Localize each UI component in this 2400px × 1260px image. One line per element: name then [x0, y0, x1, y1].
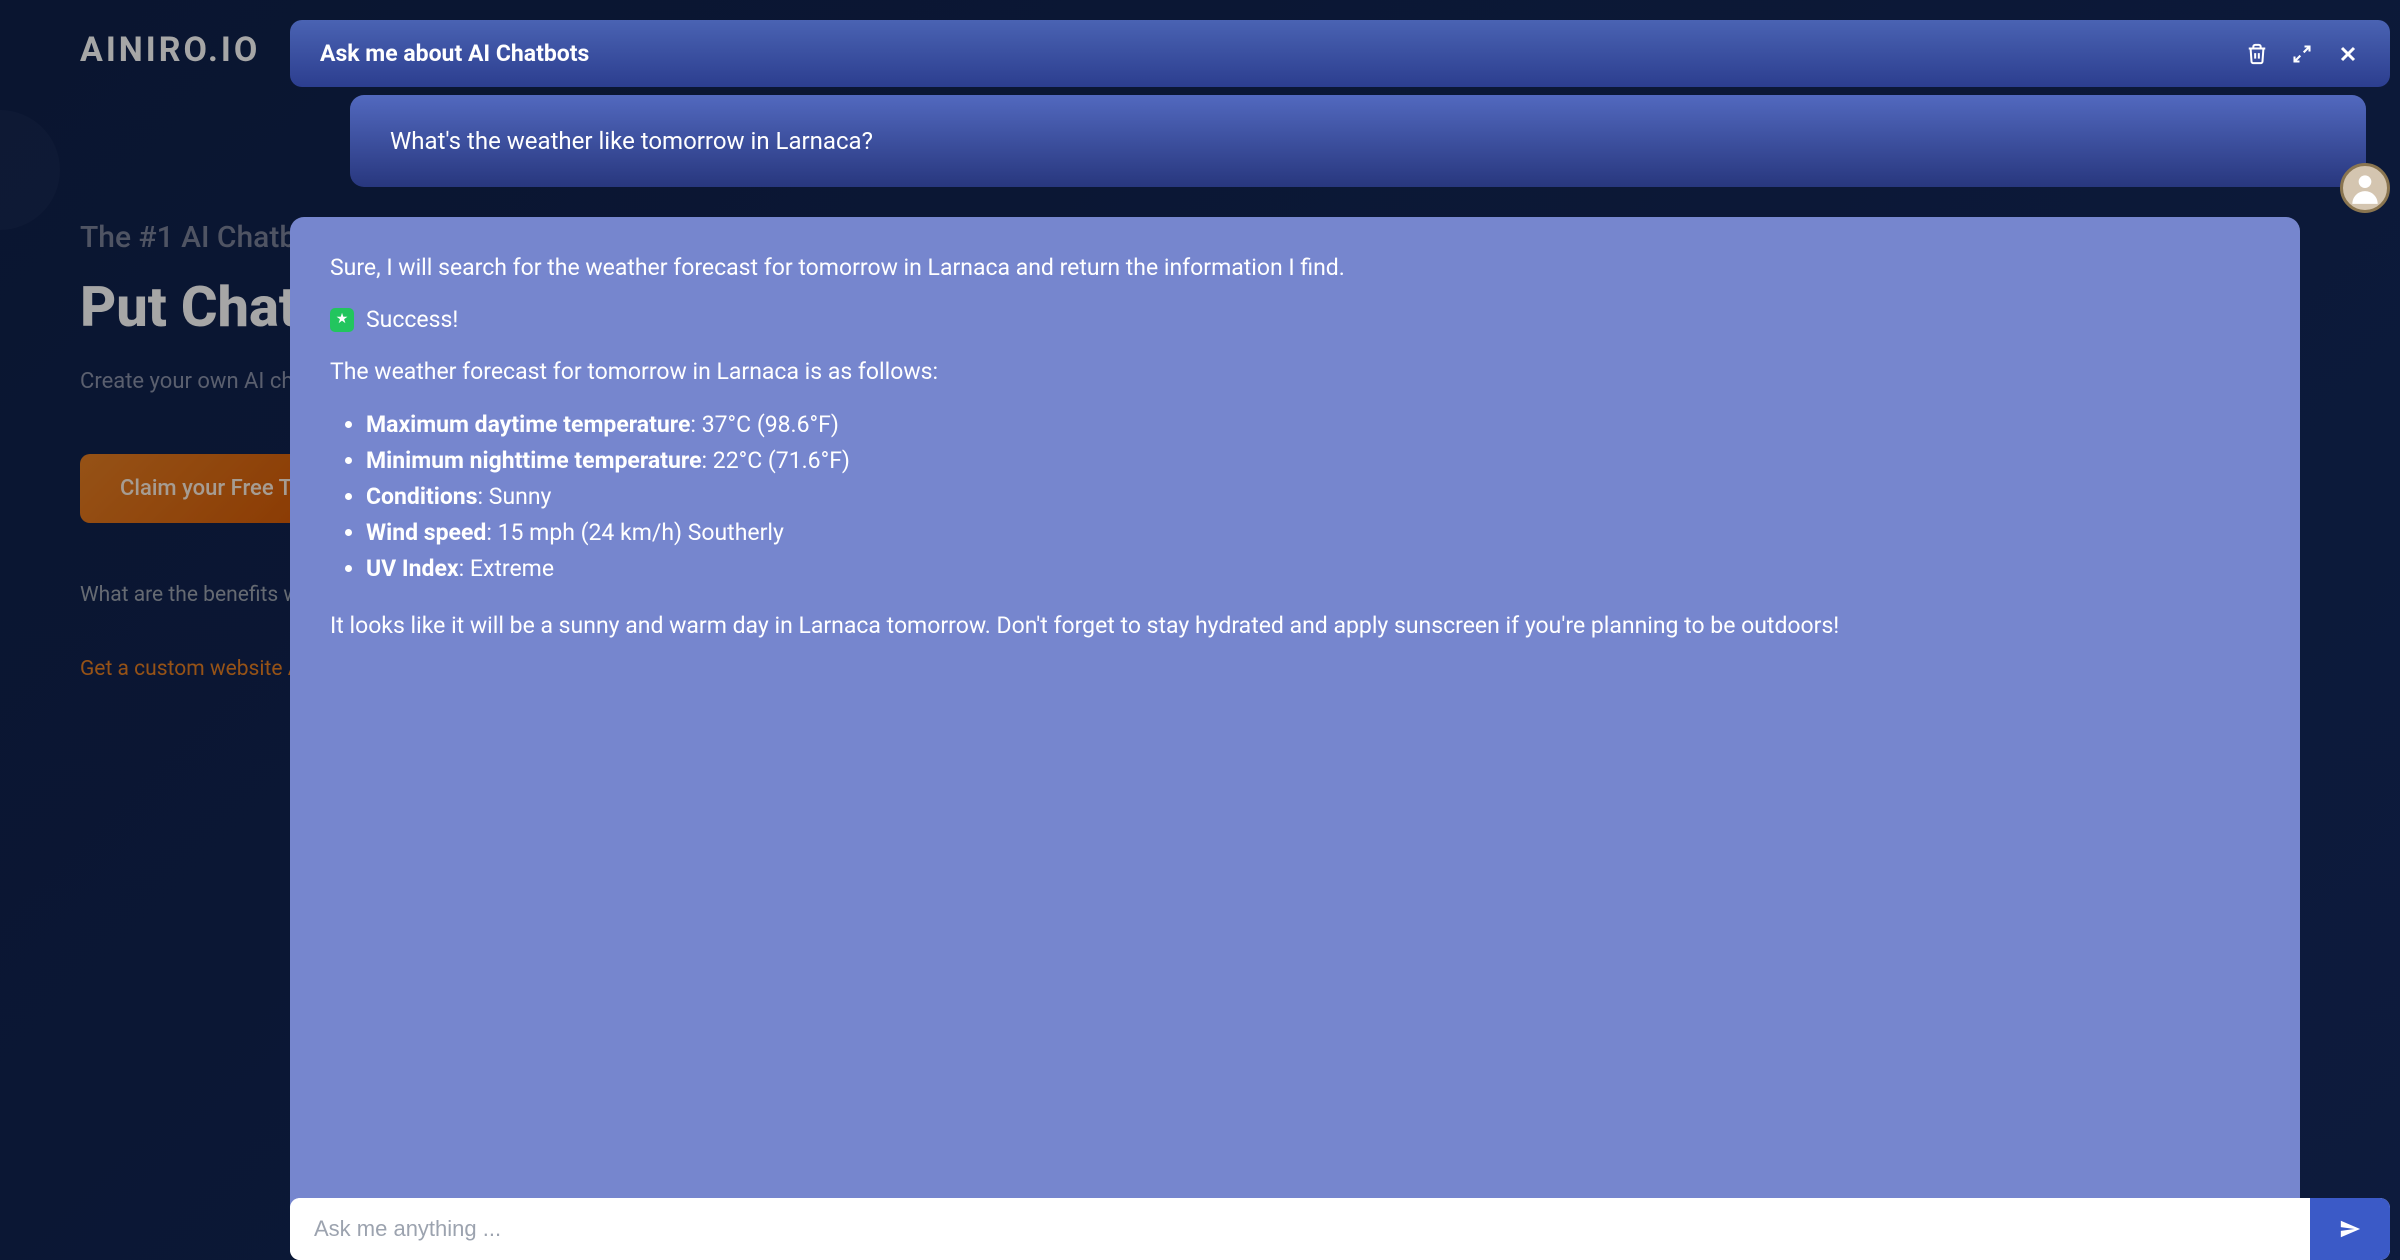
chat-header: Ask me about AI Chatbots	[290, 20, 2390, 87]
user-message-wrapper: What's the weather like tomorrow in Larn…	[350, 95, 2390, 187]
chat-widget: Ask me about AI Chatbots What's the weat…	[290, 20, 2390, 1250]
success-label: Success!	[366, 304, 458, 336]
list-item: Minimum nighttime temperature: 22°C (71.…	[366, 445, 2260, 477]
chat-header-actions	[2246, 42, 2360, 66]
close-icon[interactable]	[2336, 42, 2360, 66]
bot-closing: It looks like it will be a sunny and war…	[330, 610, 2260, 642]
bot-message: Sure, I will search for the weather fore…	[290, 217, 2300, 1230]
bot-intro: Sure, I will search for the weather fore…	[330, 252, 2260, 284]
forecast-heading: The weather forecast for tomorrow in Lar…	[330, 356, 2260, 388]
list-item: Wind speed: 15 mph (24 km/h) Southerly	[366, 517, 2260, 549]
star-icon: ★	[330, 308, 354, 332]
list-item: Maximum daytime temperature: 37°C (98.6°…	[366, 409, 2260, 441]
delete-icon[interactable]	[2246, 43, 2268, 65]
chat-input[interactable]	[290, 1198, 2310, 1260]
send-icon	[2339, 1218, 2361, 1240]
expand-icon[interactable]	[2292, 44, 2312, 64]
success-indicator: ★ Success!	[330, 304, 2260, 336]
send-button[interactable]	[2310, 1198, 2390, 1260]
forecast-list: Maximum daytime temperature: 37°C (98.6°…	[366, 409, 2260, 586]
chat-widget-title: Ask me about AI Chatbots	[320, 40, 589, 67]
chat-input-bar	[290, 1198, 2390, 1260]
list-item: UV Index: Extreme	[366, 553, 2260, 585]
chat-messages: What's the weather like tomorrow in Larn…	[290, 95, 2390, 1250]
site-logo[interactable]: AINIRO.IO	[80, 30, 260, 70]
list-item: Conditions: Sunny	[366, 481, 2260, 513]
user-avatar	[2340, 163, 2390, 213]
user-message: What's the weather like tomorrow in Larn…	[350, 95, 2366, 187]
